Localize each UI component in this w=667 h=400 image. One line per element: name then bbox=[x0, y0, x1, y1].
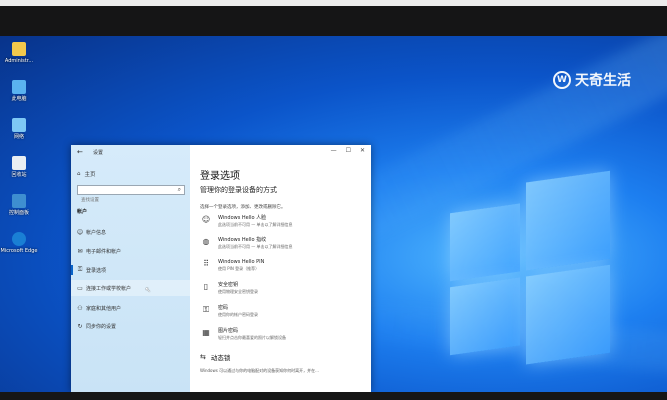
home-icon: ⌂ bbox=[77, 171, 81, 177]
minimize-button[interactable]: — bbox=[331, 147, 337, 154]
watermark-text: 天奇生活 bbox=[575, 73, 631, 89]
desktop-icon-edge[interactable]: Microsoft Edge bbox=[1, 230, 37, 268]
nav-item-sign-in-options[interactable]: ⚿ 登录选项 bbox=[71, 262, 190, 278]
photo-frame-bottom bbox=[0, 392, 667, 400]
page-title: 登录选项 bbox=[200, 171, 240, 182]
dynamic-lock-header: ⇆ 动态锁 bbox=[200, 353, 231, 362]
picture-icon: ▦ bbox=[202, 328, 210, 337]
option-security-key[interactable]: ▯ 安全密钥 使用物理安全密钥登录 bbox=[200, 282, 360, 302]
person-icon: ☺ bbox=[76, 228, 84, 236]
usb-key-icon: ▯ bbox=[203, 282, 209, 291]
nav-item-email-accounts[interactable]: ✉ 电子邮件和帐户 bbox=[71, 243, 190, 259]
watermark: W 天奇生活 bbox=[553, 70, 631, 90]
maximize-button[interactable]: ☐ bbox=[346, 147, 351, 154]
nav-section-title: 帐户 bbox=[77, 209, 88, 215]
computer-icon bbox=[12, 80, 26, 94]
settings-content: 登录选项 管理你的登录设备的方式 选择一个登录选项，添加、更改或删除它。 ☺ W… bbox=[198, 163, 366, 392]
settings-window: ← 设置 ⌂ 主页 ⌕ 帐户 ☺ 帐户信息 ✉ 电子邮件和帐户 ⚿ 登录选项 ▭… bbox=[71, 145, 371, 392]
desktop-icon-user-folder[interactable]: Administr... bbox=[4, 40, 34, 78]
settings-nav-pane: ← 设置 ⌂ 主页 ⌕ 帐户 ☺ 帐户信息 ✉ 电子邮件和帐户 ⚿ 登录选项 ▭… bbox=[71, 145, 190, 392]
nav-item-work-school[interactable]: ▭ 连接工作或学校帐户 ↖ bbox=[71, 280, 190, 296]
desktop-icons: Administr... 此电脑 网络 回收站 控制面板 Microsoft E… bbox=[1, 40, 37, 268]
window-controls: — ☐ ✕ bbox=[331, 147, 365, 154]
page-subtitle: 管理你的登录设备的方式 bbox=[200, 186, 277, 194]
option-hello-face[interactable]: ☺ Windows Hello 人脸 此选项当前不可用 — 单击以了解详细信息 bbox=[200, 215, 360, 235]
key-icon: ⚿ bbox=[77, 266, 83, 273]
photo-frame-top bbox=[0, 0, 667, 36]
option-hello-pin[interactable]: ⠿ Windows Hello PIN 使用 PIN 登录（推荐） bbox=[200, 259, 360, 279]
network-icon bbox=[12, 118, 26, 132]
option-picture-password[interactable]: ▦ 图片密码 轻扫并点击你最喜爱的照片以解锁设备 bbox=[200, 328, 360, 348]
desktop-icon-recycle-bin[interactable]: 回收站 bbox=[4, 154, 34, 192]
recycle-bin-icon bbox=[12, 156, 26, 170]
search-box: ⌕ bbox=[77, 185, 185, 205]
back-button[interactable]: ← bbox=[77, 148, 83, 156]
desktop-icon-network[interactable]: 网络 bbox=[4, 116, 34, 154]
edge-icon bbox=[12, 232, 26, 246]
dynamic-lock-description: Windows 可以通过与你的电脑配对的设备获知你何时离开，并在... bbox=[200, 368, 319, 373]
mouse-cursor-icon: ↖ bbox=[145, 286, 151, 294]
fingerprint-icon: ◍ bbox=[202, 237, 210, 246]
folder-icon bbox=[12, 42, 26, 56]
nav-item-account-info[interactable]: ☺ 帐户信息 bbox=[71, 224, 190, 240]
paper-edge bbox=[0, 0, 667, 6]
desktop-icon-this-pc[interactable]: 此电脑 bbox=[4, 78, 34, 116]
close-button[interactable]: ✕ bbox=[360, 147, 365, 154]
nav-item-family[interactable]: ⚇ 家庭和其他用户 bbox=[71, 300, 190, 316]
search-input[interactable] bbox=[78, 196, 173, 205]
window-title: 设置 bbox=[93, 150, 104, 156]
option-hello-fingerprint[interactable]: ◍ Windows Hello 指纹 此选项当前不可用 — 单击以了解详细信息 bbox=[200, 237, 360, 257]
control-panel-icon bbox=[12, 194, 26, 208]
key-icon: ⚿ bbox=[202, 305, 210, 314]
nav-home[interactable]: ⌂ 主页 bbox=[77, 170, 96, 178]
nav-item-sync[interactable]: ↻ 同步你的设置 bbox=[71, 318, 190, 334]
people-icon: ⚇ bbox=[77, 304, 83, 312]
option-password[interactable]: ⚿ 密码 使用你的帐户密码登录 bbox=[200, 305, 360, 325]
face-icon: ☺ bbox=[201, 215, 211, 224]
desktop-icon-control-panel[interactable]: 控制面板 bbox=[4, 192, 34, 230]
windows-logo bbox=[450, 170, 610, 365]
watermark-logo-icon: W bbox=[553, 71, 571, 89]
briefcase-icon: ▭ bbox=[77, 284, 83, 292]
pin-keypad-icon: ⠿ bbox=[203, 259, 209, 268]
sync-icon: ↻ bbox=[77, 322, 83, 330]
mail-icon: ✉ bbox=[77, 247, 83, 255]
search-icon[interactable]: ⌕ bbox=[178, 186, 181, 194]
dynamic-lock-icon: ⇆ bbox=[200, 353, 206, 361]
intro-text: 选择一个登录选项，添加、更改或删除它。 bbox=[200, 205, 286, 210]
